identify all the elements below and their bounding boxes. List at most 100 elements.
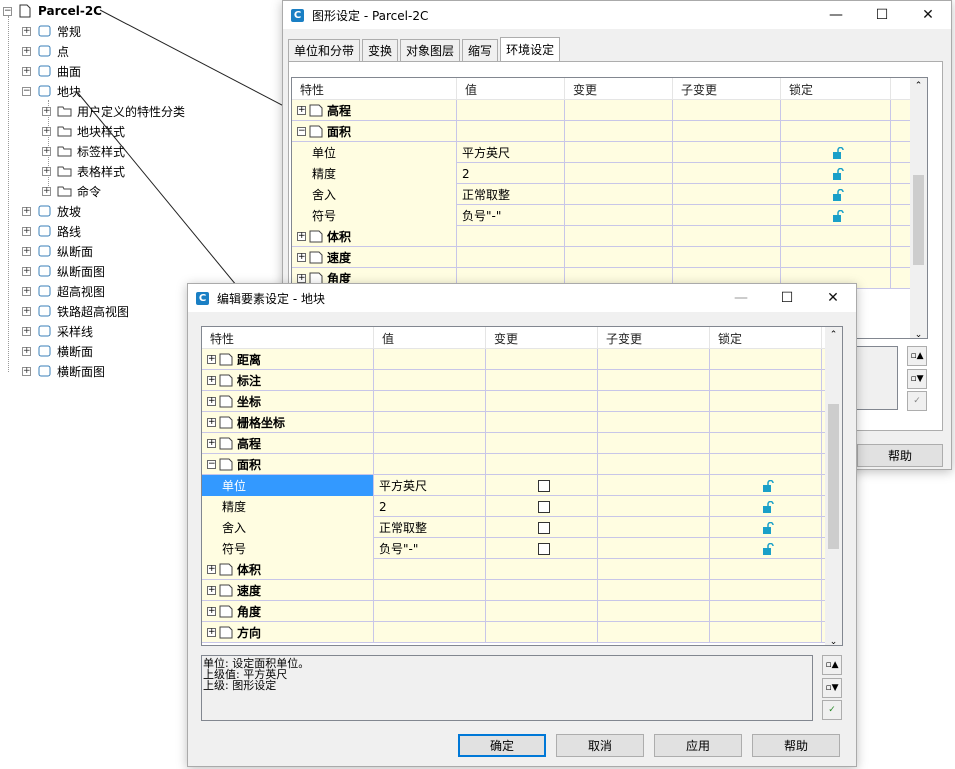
column-header[interactable]: 锁定: [710, 327, 822, 349]
grid-row[interactable]: + 高程: [292, 100, 927, 121]
unlock-icon[interactable]: [832, 188, 844, 201]
grid-cell[interactable]: [710, 601, 822, 622]
grid-cell[interactable]: [598, 433, 710, 454]
grid-cell[interactable]: [710, 391, 822, 412]
grid-cell[interactable]: [486, 412, 598, 433]
grid-cell[interactable]: [486, 559, 598, 580]
unlock-icon[interactable]: [762, 500, 774, 513]
grid-row[interactable]: + 标注: [202, 370, 842, 391]
column-header[interactable]: 特性: [292, 78, 457, 100]
expand-toggle-icon[interactable]: +: [207, 439, 216, 448]
checkbox-icon[interactable]: [538, 500, 550, 513]
expand-toggle-icon[interactable]: +: [207, 397, 216, 406]
grid-cell[interactable]: [598, 580, 710, 601]
grid-cell[interactable]: [710, 433, 822, 454]
override-checkbox[interactable]: [486, 517, 598, 538]
grid-row[interactable]: 单位 平方英尺: [202, 475, 842, 496]
close-button[interactable]: ✕: [810, 284, 856, 312]
grid-cell[interactable]: [673, 205, 781, 226]
grid-cell[interactable]: [673, 100, 781, 121]
grid-cell[interactable]: [486, 601, 598, 622]
grid-cell[interactable]: [673, 142, 781, 163]
column-header[interactable]: 值: [374, 327, 486, 349]
help-button[interactable]: 帮助: [752, 734, 840, 757]
grid-row[interactable]: + 体积: [292, 226, 927, 247]
scroll-up-icon[interactable]: ⌃: [910, 78, 927, 95]
grid-cell[interactable]: [486, 391, 598, 412]
grid-cell[interactable]: [486, 580, 598, 601]
grid-cell[interactable]: [710, 559, 822, 580]
lock-cell[interactable]: [781, 205, 891, 226]
unlock-icon[interactable]: [762, 542, 774, 555]
vertical-scrollbar[interactable]: ⌃ ⌄: [910, 78, 927, 338]
close-button[interactable]: ✕: [905, 1, 951, 29]
grid-row[interactable]: − 面积: [292, 121, 927, 142]
expand-toggle-icon[interactable]: +: [297, 232, 306, 241]
expand-toggle-icon[interactable]: +: [207, 607, 216, 616]
grid-cell[interactable]: [598, 454, 710, 475]
grid-cell[interactable]: [710, 580, 822, 601]
grid-cell[interactable]: [710, 454, 822, 475]
grid-row[interactable]: + 速度: [292, 247, 927, 268]
grid-row[interactable]: + 坐标: [202, 391, 842, 412]
grid-cell[interactable]: [565, 184, 673, 205]
tab-4[interactable]: 环境设定: [500, 37, 561, 61]
tab-0[interactable]: 单位和分带: [288, 39, 361, 61]
expand-toggle-icon[interactable]: +: [207, 586, 216, 595]
override-checkbox[interactable]: [486, 475, 598, 496]
grid-cell[interactable]: [565, 247, 673, 268]
checkbox-icon[interactable]: [538, 479, 550, 492]
grid-cell[interactable]: [565, 163, 673, 184]
scroll-thumb[interactable]: [913, 175, 924, 265]
column-header[interactable]: 子变更: [673, 78, 781, 100]
checkbox-icon[interactable]: ✓: [822, 700, 842, 720]
checkbox-icon[interactable]: [538, 542, 550, 555]
tab-2[interactable]: 对象图层: [400, 39, 461, 61]
grid-cell[interactable]: [673, 247, 781, 268]
override-checkbox[interactable]: [486, 538, 598, 559]
checkbox-icon[interactable]: [538, 521, 550, 534]
collapse-all-icon[interactable]: ▫▼: [907, 369, 927, 389]
grid-cell[interactable]: [565, 100, 673, 121]
grid-cell[interactable]: [598, 349, 710, 370]
grid-cell[interactable]: [598, 517, 710, 538]
grid-cell[interactable]: [781, 247, 891, 268]
tab-1[interactable]: 变换: [362, 39, 399, 61]
expand-toggle-icon[interactable]: +: [207, 418, 216, 427]
minimize-button[interactable]: —: [718, 284, 764, 312]
grid-cell[interactable]: [710, 370, 822, 391]
grid-cell[interactable]: [565, 142, 673, 163]
maximize-button[interactable]: ☐: [859, 1, 905, 29]
scroll-up-icon[interactable]: ⌃: [825, 327, 842, 344]
expand-toggle-icon[interactable]: −: [297, 127, 306, 136]
expand-toggle-icon[interactable]: +: [297, 274, 306, 283]
lock-cell[interactable]: [781, 142, 891, 163]
cancel-button[interactable]: 取消: [556, 734, 644, 757]
grid-cell[interactable]: [673, 121, 781, 142]
collapse-all-icon[interactable]: ▫▼: [822, 678, 842, 698]
unlock-icon[interactable]: [832, 167, 844, 180]
lock-cell[interactable]: [710, 517, 822, 538]
grid-row[interactable]: 舍入 正常取整: [292, 184, 927, 205]
expand-all-icon[interactable]: ▫▲: [907, 346, 927, 366]
checkbox-icon[interactable]: ✓: [907, 391, 927, 411]
override-checkbox[interactable]: [486, 496, 598, 517]
grid-cell[interactable]: [598, 475, 710, 496]
scroll-down-icon[interactable]: ⌄: [910, 330, 927, 338]
back-help-button[interactable]: 帮助: [857, 444, 943, 467]
grid-cell[interactable]: [598, 622, 710, 643]
column-header[interactable]: 变更: [486, 327, 598, 349]
grid-cell[interactable]: [486, 370, 598, 391]
scroll-down-icon[interactable]: ⌄: [825, 637, 842, 645]
expand-toggle-icon[interactable]: −: [207, 460, 216, 469]
scroll-thumb[interactable]: [828, 404, 839, 549]
expand-toggle-icon[interactable]: +: [207, 355, 216, 364]
grid-cell[interactable]: [565, 121, 673, 142]
grid-cell[interactable]: [486, 349, 598, 370]
grid-row[interactable]: + 高程: [202, 433, 842, 454]
grid-cell[interactable]: [565, 205, 673, 226]
grid-cell[interactable]: [781, 121, 891, 142]
grid-row[interactable]: 符号 负号"-": [202, 538, 842, 559]
grid-cell[interactable]: [598, 601, 710, 622]
unlock-icon[interactable]: [762, 479, 774, 492]
